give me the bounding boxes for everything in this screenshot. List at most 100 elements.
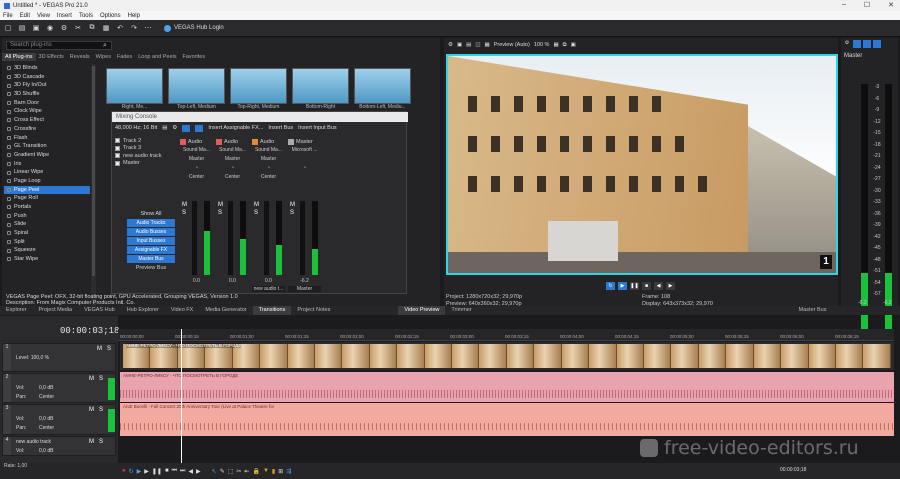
pan-knob[interactable]: ◔ — [216, 164, 249, 173]
playhead-cursor[interactable] — [181, 329, 182, 464]
menu-edit[interactable]: Edit — [20, 13, 30, 19]
route-select[interactable]: Master — [252, 155, 285, 164]
volume-fader[interactable] — [228, 201, 233, 275]
mute-button[interactable]: M — [290, 201, 295, 209]
menu-view[interactable]: View — [37, 13, 50, 19]
tab-explorer[interactable]: Explorer — [0, 306, 32, 315]
solo-button[interactable]: S — [182, 209, 187, 217]
stop-button[interactable]: ■ — [642, 282, 651, 290]
record-button[interactable]: ● — [122, 468, 126, 474]
open-icon[interactable]: ▤ — [18, 24, 26, 32]
tab-media-generator[interactable]: Media Generator — [199, 306, 252, 315]
route-select[interactable]: Master — [216, 155, 249, 164]
route-select[interactable]: Master — [180, 155, 213, 164]
master-toggle-icon[interactable] — [873, 40, 881, 48]
solo-button[interactable]: S — [290, 209, 295, 217]
transition-item[interactable]: 3D Shuffle — [4, 90, 90, 99]
output-device-select[interactable]: Microsoft ... — [288, 146, 321, 155]
transition-item[interactable]: Cross Effect — [4, 116, 90, 125]
audio-clip[interactable]: Andr Bocelli - Full Concert 20th Anniver… — [120, 403, 894, 436]
play-button[interactable]: ▶ — [618, 282, 627, 290]
tab-fades[interactable]: Fades — [114, 53, 135, 61]
list-item[interactable]: Master — [115, 160, 175, 168]
master-toggle-icon[interactable] — [863, 40, 871, 48]
transition-item[interactable]: 3D Fly In/Out — [4, 81, 90, 90]
region-icon[interactable]: ▮ — [272, 468, 275, 475]
tab-all-plugins[interactable]: All Plug-ins — [2, 53, 36, 61]
selection-tool-icon[interactable]: ⬚ — [228, 468, 234, 475]
fx-search-input[interactable]: Search plug-ins — [6, 41, 112, 50]
preview-grid-icon[interactable]: ▦ — [553, 42, 558, 48]
route-select[interactable] — [288, 155, 321, 164]
pan-knob[interactable]: ◔ — [252, 164, 285, 173]
transition-item[interactable]: Squeeze — [4, 246, 90, 255]
transition-item[interactable]: Page Loop — [4, 177, 90, 186]
solo-button[interactable]: S — [99, 407, 103, 413]
mute-button[interactable]: M — [218, 201, 223, 209]
next-frame-button[interactable]: ▶ — [666, 282, 675, 290]
tab-trimmer[interactable]: Trimmer — [445, 306, 477, 315]
transition-item[interactable]: Gradient Wipe — [4, 151, 90, 160]
menu-help[interactable]: Help — [128, 13, 140, 19]
render-icon[interactable]: ◉ — [46, 24, 54, 32]
mute-button[interactable]: M — [89, 439, 94, 445]
mixer-menu-icon[interactable]: ▤ — [162, 125, 167, 131]
tab-vegas-hub[interactable]: VEGAS Hub — [78, 306, 121, 315]
search-icon[interactable]: ⌕ — [103, 42, 107, 50]
tab-loop-peels[interactable]: Loop and Peels — [135, 53, 179, 61]
preview-settings-icon[interactable]: ⚙ — [448, 42, 453, 48]
preset-thumb[interactable]: Top-Left, Medium — [168, 68, 225, 110]
audio-tracks-button[interactable]: Audio Tracks — [127, 219, 175, 227]
preset-thumb[interactable]: Bottom-Right — [292, 68, 349, 110]
audio-clip[interactable]: АМНЕ-РЕТРО-ЛИКСУ - ЧТО ПОСМОТРЕТЬ В ГОРО… — [120, 372, 894, 402]
preview-overlay-icon[interactable]: ▦ — [485, 42, 490, 48]
close-button[interactable]: ✕ — [888, 1, 894, 9]
marker-icon[interactable]: ▼ — [263, 468, 269, 474]
mute-button[interactable]: M — [182, 201, 187, 209]
menu-file[interactable]: File — [3, 13, 13, 19]
insert-assignable-fx-button[interactable]: Insert Assignable FX... — [208, 125, 263, 131]
timeline-ruler[interactable]: 00:00:00;00 00:00:00;15 00:00:01;00 00:00:0… — [118, 329, 894, 341]
transition-item[interactable]: Push — [4, 212, 90, 221]
transition-item[interactable]: Clock Wipe — [4, 107, 90, 116]
insert-input-bus-button[interactable]: Insert Input Bus — [298, 125, 337, 131]
transition-item[interactable]: Crossfire — [4, 125, 90, 134]
solo-button[interactable]: S — [99, 439, 103, 445]
show-all-label[interactable]: Show All — [127, 211, 175, 217]
minimize-button[interactable]: – — [842, 1, 846, 9]
transition-item[interactable]: 3D Cascade — [4, 73, 90, 82]
transition-item[interactable]: Star Wipe — [4, 255, 90, 264]
checkbox[interactable] — [115, 145, 120, 151]
transition-item[interactable]: Slide — [4, 220, 90, 229]
audio-busses-button[interactable]: Audio Busses — [127, 228, 175, 236]
loop-button[interactable]: ↻ — [129, 468, 134, 475]
preview-bus-label[interactable]: Preview Bus — [127, 265, 175, 271]
trim-icon[interactable]: ⇤ — [244, 468, 249, 475]
tab-3d-effects[interactable]: 3D Effects — [36, 53, 67, 61]
mute-button[interactable]: M — [254, 201, 259, 209]
solo-button[interactable]: S — [107, 346, 111, 352]
transition-item[interactable]: Iris — [4, 160, 90, 169]
copy-icon[interactable]: ⧉ — [88, 24, 96, 32]
lock-icon[interactable]: 🔒 — [252, 468, 259, 475]
play-button[interactable]: ▶ — [144, 468, 149, 475]
video-track-header[interactable]: 1 Level: 100,0 % M S — [2, 343, 116, 372]
menu-insert[interactable]: Insert — [57, 13, 72, 19]
input-busses-button[interactable]: Input Busses — [127, 237, 175, 245]
redo-icon[interactable]: ↷ — [130, 24, 138, 32]
snapping-icon[interactable]: ⊞ — [278, 468, 283, 475]
pan-knob[interactable]: ◔ — [288, 164, 321, 173]
transition-item[interactable]: Flash — [4, 134, 90, 143]
undo-icon[interactable]: ↶ — [116, 24, 124, 32]
split-icon[interactable]: ✂ — [236, 468, 241, 475]
tab-wipes[interactable]: Wipes — [93, 53, 114, 61]
transition-item[interactable]: Barn Door — [4, 99, 90, 108]
timecode-display[interactable]: 00:00:03;18 — [60, 326, 119, 336]
envelope-tool-icon[interactable]: ✎ — [220, 468, 225, 475]
volume-fader[interactable] — [264, 201, 269, 275]
tab-video-preview[interactable]: Video Preview — [398, 306, 446, 315]
checkbox[interactable] — [115, 160, 120, 166]
go-start-button[interactable]: ⏮ — [172, 468, 177, 475]
tab-transitions[interactable]: Transitions — [252, 306, 292, 315]
transition-item[interactable]: Linear Wipe — [4, 168, 90, 177]
